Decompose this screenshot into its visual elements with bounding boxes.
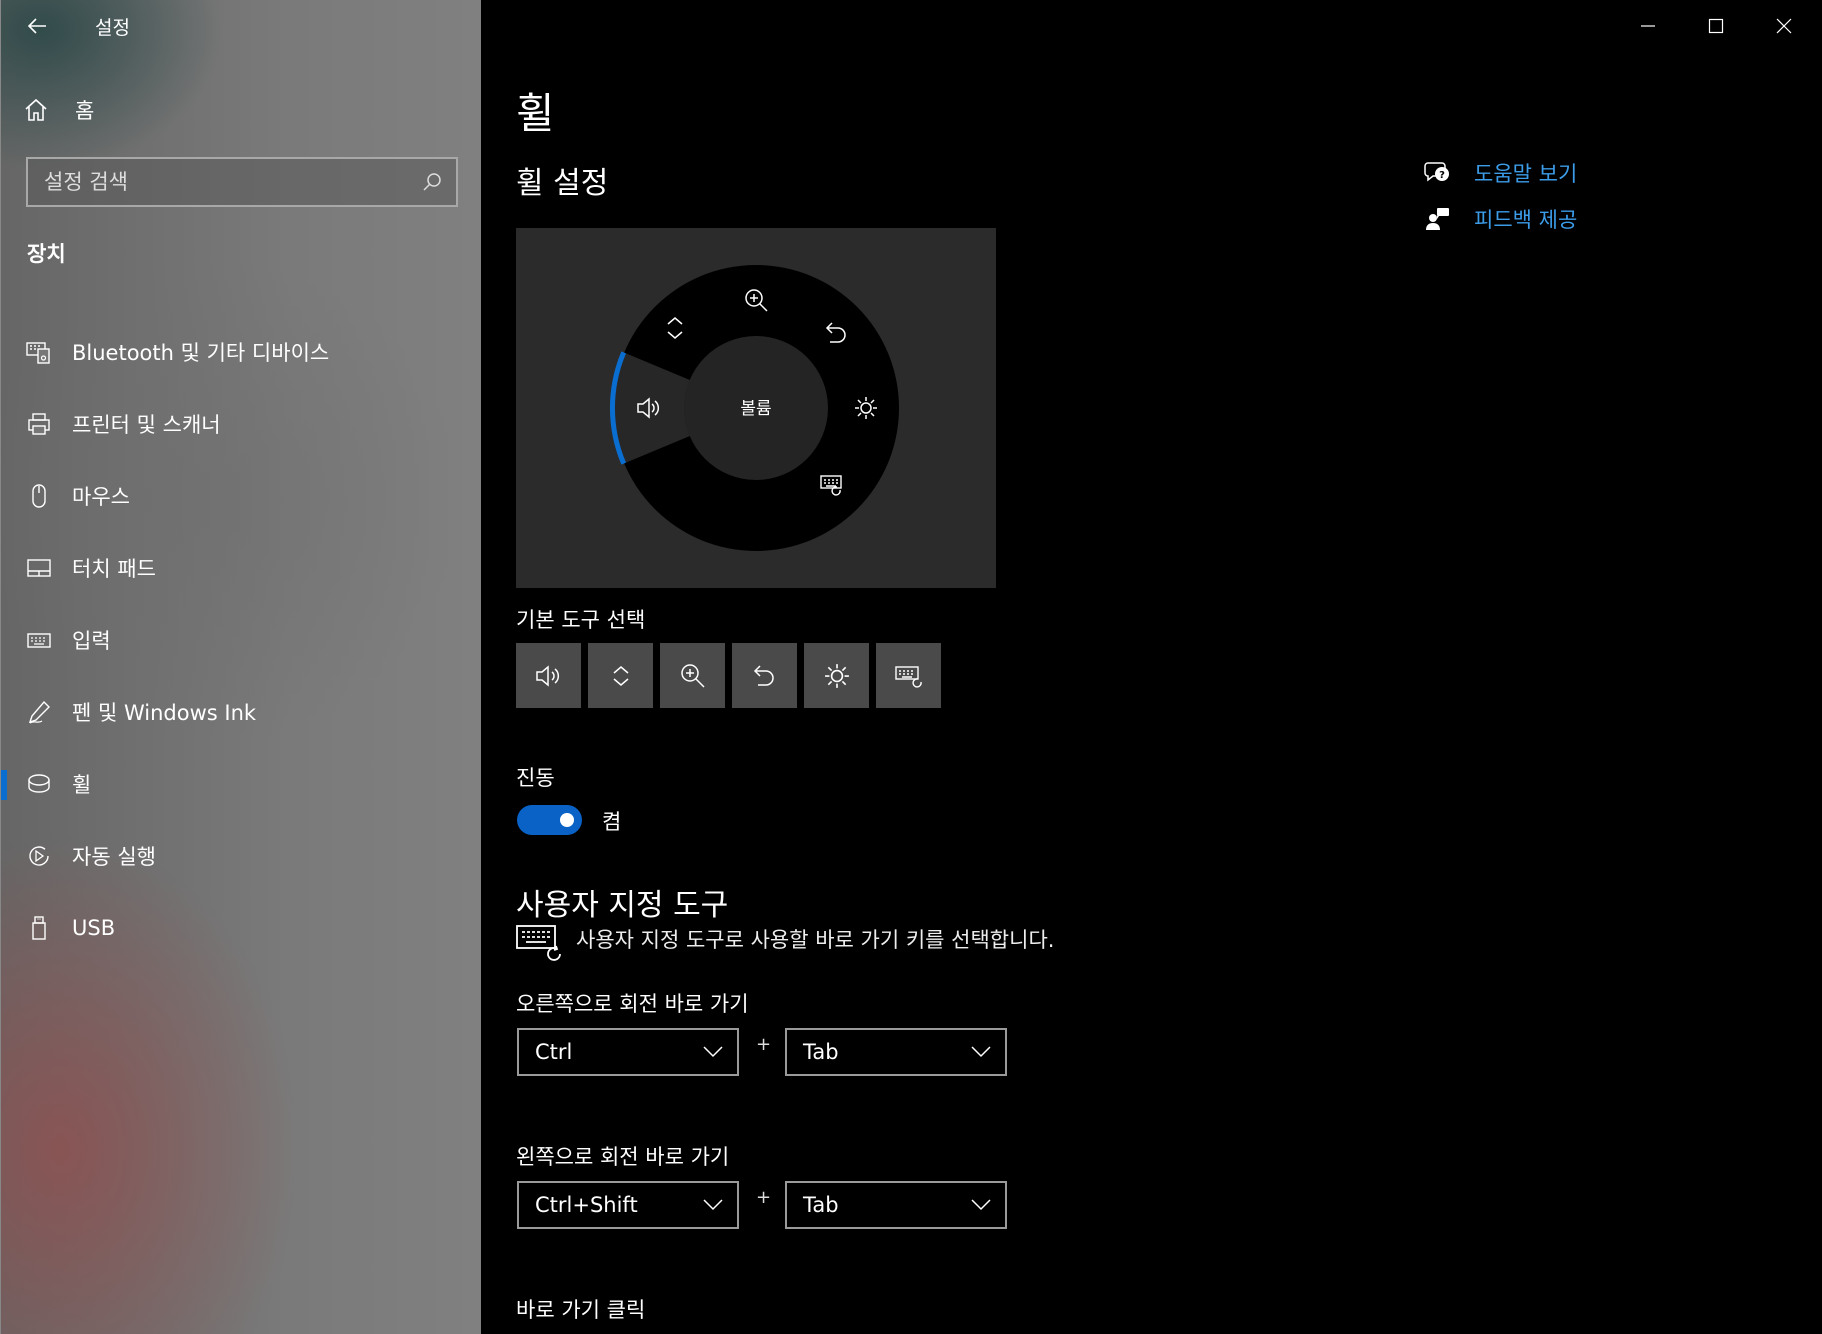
zoom-icon [680, 663, 705, 688]
custom-tool-description: 사용자 지정 도구로 사용할 바로 가기 키를 선택합니다. [516, 920, 1054, 962]
pen-icon [26, 699, 52, 725]
touchpad-icon [26, 555, 52, 581]
select-value: Ctrl [535, 1040, 573, 1064]
select-value: Tab [803, 1193, 839, 1217]
scroll-icon [613, 665, 628, 686]
vibration-label: 진동 [516, 766, 555, 790]
search-box[interactable] [26, 157, 458, 207]
rotate-left-key-select[interactable]: Tab [785, 1181, 1007, 1229]
sidebar-item-label: 마우스 [72, 485, 130, 509]
back-button[interactable] [19, 10, 55, 42]
custom-keyboard-icon [894, 665, 922, 688]
sidebar-item-label: 터치 패드 [72, 557, 156, 581]
sidebar-item-label: 프린터 및 스캐너 [72, 413, 221, 437]
sidebar-item-label: Bluetooth 및 기타 디바이스 [72, 341, 330, 365]
mouse-icon [26, 483, 52, 509]
sidebar-item-autoplay[interactable]: 자동 실행 [1, 820, 482, 892]
undo-icon [753, 664, 774, 686]
home-label: 홈 [75, 99, 95, 123]
sidebar-item-bluetooth[interactable]: Bluetooth 및 기타 디바이스 [1, 316, 482, 388]
sidebar-item-pen[interactable]: 펜 및 Windows Ink [1, 676, 482, 748]
tool-brightness-button[interactable] [804, 643, 869, 708]
rotate-left-label: 왼쪽으로 회전 바로 가기 [516, 1145, 730, 1169]
app-title: 설정 [95, 17, 130, 39]
wheel-diagram: 볼륨 [609, 265, 899, 551]
sidebar-item-label: 펜 및 Windows Ink [72, 701, 257, 725]
give-feedback-link[interactable]: 피드백 제공 [1424, 196, 1577, 242]
chevron-down-icon [971, 1046, 991, 1058]
bluetooth-devices-icon [26, 339, 52, 365]
sidebar-item-mouse[interactable]: 마우스 [1, 460, 482, 532]
sidebar-nav: Bluetooth 및 기타 디바이스 프린터 및 스캐너 마우스 터치 패드 … [1, 316, 482, 964]
wheel-preview: 볼륨 [516, 228, 996, 588]
home-icon [25, 98, 47, 121]
keyboard-icon [26, 627, 52, 653]
page-title: 휠 [516, 89, 555, 138]
custom-tool-desc: 사용자 지정 도구로 사용할 바로 가기 키를 선택합니다. [576, 928, 1055, 952]
usb-icon [26, 915, 52, 941]
shortcut-click-label: 바로 가기 클릭 [516, 1298, 646, 1322]
sidebar-item-typing[interactable]: 입력 [1, 604, 482, 676]
custom-tool-title: 사용자 지정 도구 [516, 888, 729, 923]
sidebar: 설정 홈 장치 Bluetooth 및 기타 디바이스 프린터 및 스캐너 마우… [0, 0, 481, 1334]
sidebar-item-printers[interactable]: 프린터 및 스캐너 [1, 388, 482, 460]
wheel-icon [26, 771, 52, 797]
tool-undo-button[interactable] [732, 643, 797, 708]
sidebar-item-usb[interactable]: USB [1, 892, 482, 964]
printer-icon [26, 411, 52, 437]
sidebar-item-label: 휠 [72, 773, 92, 797]
help-links: ? 도움말 보기 피드백 제공 [1424, 150, 1577, 242]
search-icon[interactable] [422, 172, 442, 192]
select-value: Ctrl+Shift [535, 1193, 638, 1217]
give-feedback-label: 피드백 제공 [1474, 208, 1578, 232]
custom-tool-keyboard-icon [516, 925, 561, 961]
feedback-person-icon [1426, 208, 1449, 230]
tool-scroll-button[interactable] [588, 643, 653, 708]
rotate-right-key-select[interactable]: Tab [785, 1028, 1007, 1076]
default-tool-label: 기본 도구 선택 [516, 608, 646, 632]
chevron-down-icon [971, 1199, 991, 1211]
section-title: 장치 [27, 242, 66, 266]
get-help-label: 도움말 보기 [1474, 162, 1578, 186]
back-arrow-icon [27, 18, 46, 34]
tool-zoom-button[interactable] [660, 643, 725, 708]
rotate-right-label: 오른쪽으로 회전 바로 가기 [516, 992, 749, 1016]
svg-text:?: ? [1439, 170, 1445, 181]
autoplay-icon [26, 843, 52, 869]
sidebar-item-touchpad[interactable]: 터치 패드 [1, 532, 482, 604]
chevron-down-icon [703, 1199, 723, 1211]
sidebar-item-label: 입력 [72, 629, 111, 653]
sidebar-item-label: 자동 실행 [72, 845, 156, 869]
volume-icon [535, 664, 559, 687]
rotate-left-modifier-select[interactable]: Ctrl+Shift [517, 1181, 739, 1229]
sidebar-item-wheel[interactable]: 휠 [1, 748, 482, 820]
toggle-knob [560, 813, 574, 827]
chevron-down-icon [703, 1046, 723, 1058]
rotate-right-modifier-select[interactable]: Ctrl [517, 1028, 739, 1076]
title-bar: 설정 [1, 0, 482, 52]
wheel-center-label: 볼륨 [740, 399, 771, 419]
vibration-state: 켬 [602, 810, 622, 834]
sidebar-item-label: USB [72, 916, 116, 940]
get-help-link[interactable]: ? 도움말 보기 [1424, 150, 1577, 196]
vibration-toggle[interactable] [517, 805, 582, 835]
home-nav-item[interactable]: 홈 [23, 92, 94, 128]
wheel-settings-title: 휠 설정 [516, 166, 609, 201]
main-content: 휠 휠 설정 ? 도움말 보기 피드백 제공 볼륨 기본 도구 선택 진동 켬 … [481, 0, 1822, 1334]
plus-sign: + [756, 1187, 772, 1208]
select-value: Tab [803, 1040, 839, 1064]
default-tool-row [516, 643, 941, 708]
tool-volume-button[interactable] [516, 643, 581, 708]
brightness-icon [824, 663, 849, 688]
search-input[interactable] [44, 170, 422, 194]
tool-custom-button[interactable] [876, 643, 941, 708]
help-chat-icon: ? [1424, 162, 1449, 182]
plus-sign: + [756, 1034, 772, 1055]
